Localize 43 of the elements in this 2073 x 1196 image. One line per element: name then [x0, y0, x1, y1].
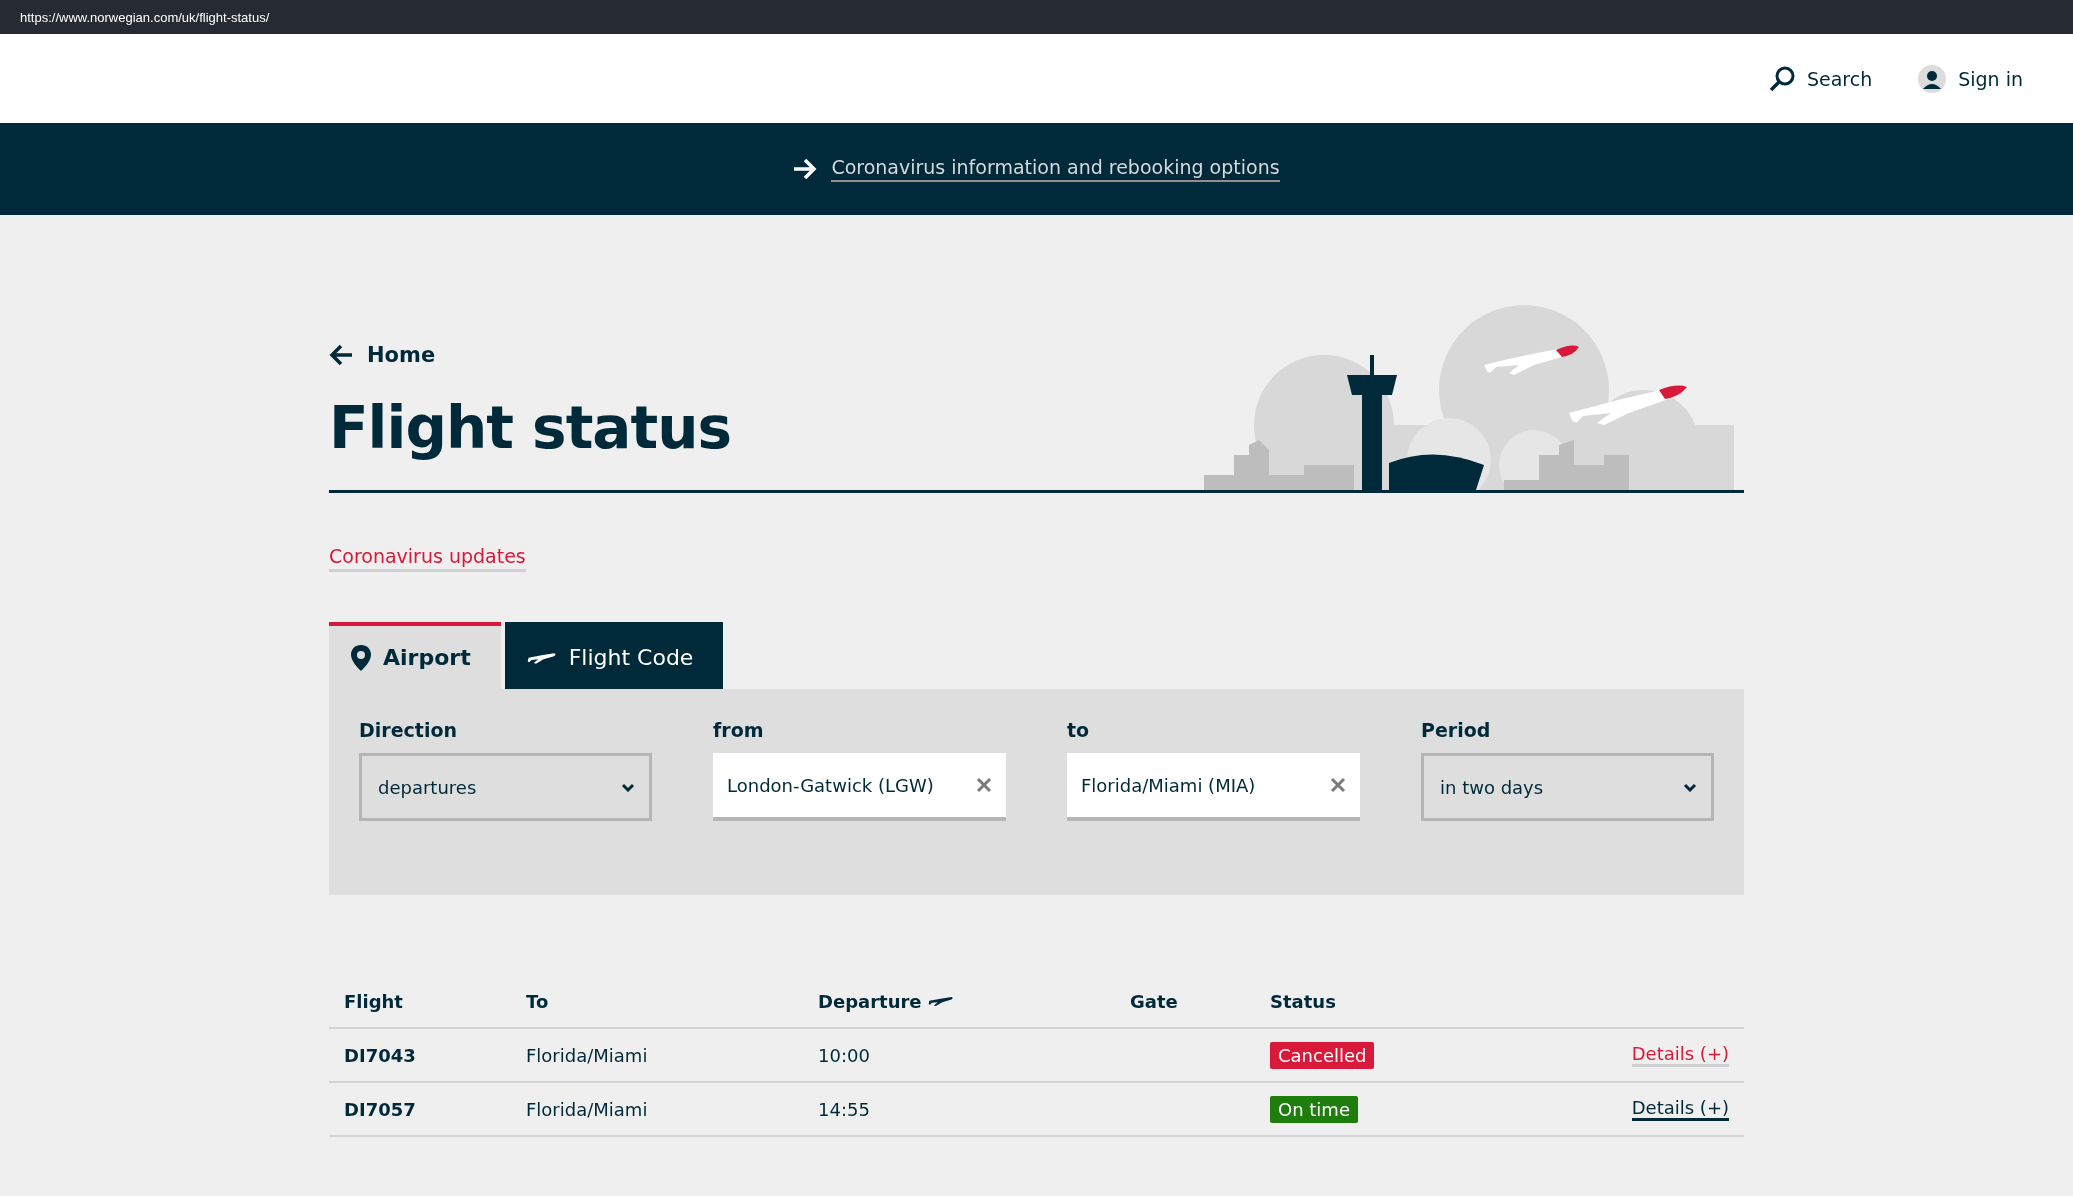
details-link[interactable]: Details (+) — [1631, 1097, 1729, 1121]
field-label: from — [713, 719, 765, 741]
table-cell-text: 10:00 — [818, 1044, 871, 1066]
column-header: To — [526, 990, 550, 1012]
search-link[interactable]: Search — [1768, 65, 1873, 92]
table-cell-text: DI7043 — [344, 1044, 417, 1066]
updates-link[interactable]: Coronavirus updates — [329, 545, 526, 572]
back-link[interactable]: Home — [329, 343, 436, 367]
details-link[interactable]: Details (+) — [1631, 1043, 1729, 1067]
column-header: Status — [1270, 990, 1337, 1012]
airplane-icon — [526, 650, 557, 665]
status-badge: Cancelled — [1270, 1041, 1375, 1069]
input-field[interactable]: Florida/Miami (MIA) — [1067, 753, 1360, 821]
table-cell-text: Florida/Miami — [526, 1044, 649, 1066]
select-field[interactable]: in two days — [1421, 753, 1714, 821]
tab[interactable]: Flight Code — [504, 622, 724, 689]
table-cell-text: DI7057 — [344, 1098, 417, 1120]
url-text: https://www.norwegian.com/uk/flight-status/ — [20, 9, 270, 25]
user-icon — [1918, 64, 1947, 93]
input-field[interactable]: London-Gatwick (LGW) — [713, 753, 1006, 821]
field-label: Direction — [359, 719, 458, 741]
location-pin-icon — [351, 644, 371, 671]
tab[interactable]: Airport — [329, 622, 501, 689]
chevron-down-icon — [621, 782, 635, 792]
banner-link[interactable]: Coronavirus information and rebooking options — [831, 156, 1280, 182]
table-cell-text: 14:55 — [818, 1098, 871, 1120]
sign-in-link[interactable]: Sign in — [1918, 64, 2023, 93]
airplane-icon — [927, 995, 954, 1007]
column-header: Departure — [818, 990, 1130, 1012]
status-badge: On time — [1270, 1095, 1358, 1123]
arrow-left-icon — [329, 344, 353, 366]
column-header: Flight — [344, 990, 404, 1012]
page-title: Flight status — [329, 394, 732, 462]
clear-icon[interactable] — [1330, 777, 1346, 793]
table-cell-text: Florida/Miami — [526, 1098, 649, 1120]
clear-icon[interactable] — [976, 777, 992, 793]
column-header: Gate — [1130, 990, 1179, 1012]
search-icon — [1768, 65, 1795, 92]
chevron-down-icon — [1683, 782, 1697, 792]
select-field[interactable]: departures — [359, 753, 652, 821]
field-label: to — [1067, 719, 1091, 741]
arrow-right-icon — [793, 158, 818, 180]
field-label: Period — [1421, 719, 1492, 741]
